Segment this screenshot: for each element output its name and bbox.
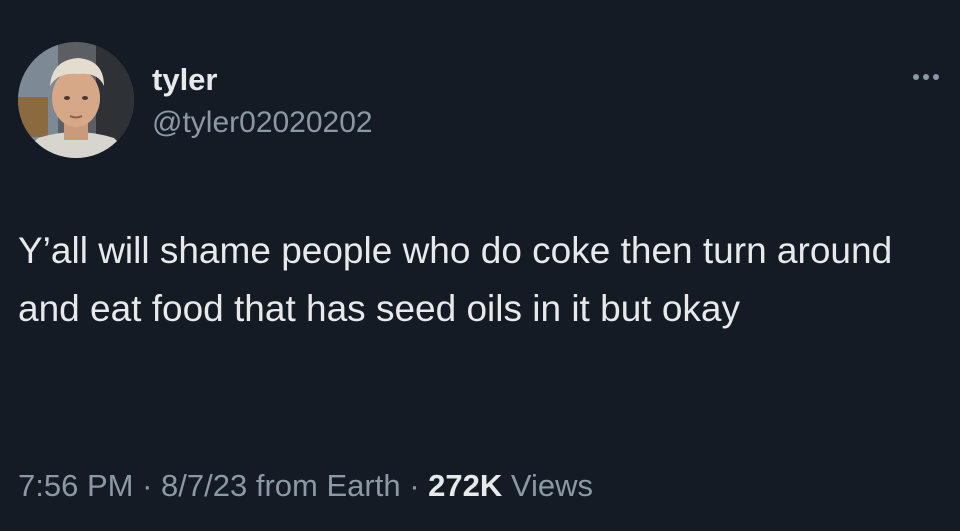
- views-label[interactable]: Views: [511, 468, 593, 503]
- views-count[interactable]: 272K: [428, 468, 502, 503]
- more-dot: [933, 74, 939, 80]
- more-horizontal-icon[interactable]: [906, 62, 946, 92]
- avatar-image: [18, 42, 134, 158]
- tweet-source: from Earth: [255, 468, 401, 503]
- tweet-card: tyler @tyler02020202 Y’all will shame pe…: [0, 0, 960, 531]
- avatar[interactable]: [18, 42, 134, 158]
- user-handle[interactable]: @tyler02020202: [152, 105, 373, 141]
- tweet-time[interactable]: 7:56 PM: [18, 468, 133, 503]
- meta-separator: ·: [142, 468, 153, 503]
- tweet-meta: 7:56 PM · 8/7/23 from Earth · 272K Views: [18, 466, 593, 506]
- display-name[interactable]: tyler: [152, 62, 217, 98]
- meta-separator: ·: [409, 468, 420, 503]
- more-dot: [923, 74, 929, 80]
- tweet-date[interactable]: 8/7/23: [161, 468, 247, 503]
- tweet-text: Y’all will shame people who do coke then…: [18, 230, 893, 329]
- more-dot: [913, 74, 919, 80]
